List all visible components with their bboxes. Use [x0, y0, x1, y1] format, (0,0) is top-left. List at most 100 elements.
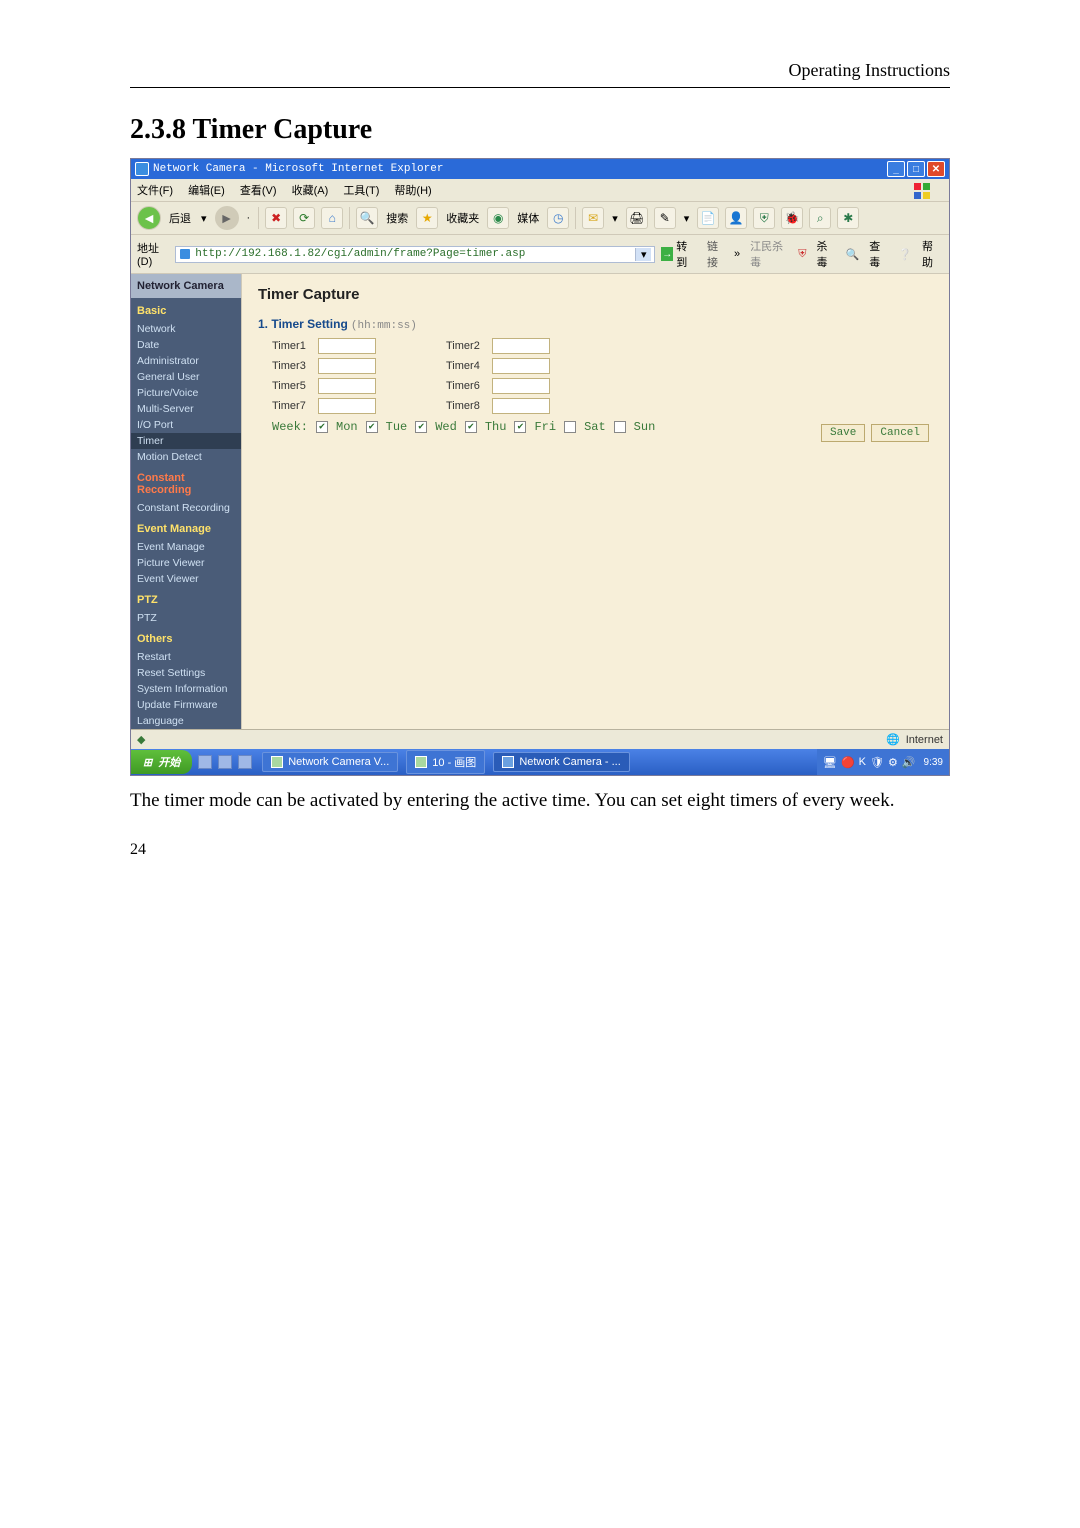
back-dropdown-icon[interactable]: ▾	[199, 212, 209, 225]
systray-icon-5[interactable]: ⚙	[888, 756, 898, 769]
close-button[interactable]: ✕	[927, 161, 945, 177]
menu-fav[interactable]: 收藏(A)	[292, 185, 329, 197]
ext-icon-1[interactable]: ⛨	[796, 248, 808, 261]
sidebar-item-timer[interactable]: Timer	[131, 433, 241, 449]
edit-icon[interactable]: ✎	[654, 207, 676, 229]
menu-tools[interactable]: 工具(T)	[343, 185, 379, 197]
mail-dropdown-icon[interactable]: ▾	[610, 212, 620, 225]
sidebar-item-language[interactable]: Language	[131, 713, 241, 729]
systray-icon-1[interactable]: 🖥	[823, 756, 837, 769]
sidebar-item-event-manage[interactable]: Event Manage	[131, 539, 241, 555]
sidebar-item-update-firmware[interactable]: Update Firmware	[131, 697, 241, 713]
sidebar-item-network[interactable]: Network	[131, 321, 241, 337]
checkbox-sat[interactable]	[564, 421, 576, 433]
maximize-button[interactable]: □	[907, 161, 925, 177]
ext-label-4[interactable]: 帮助	[920, 238, 943, 270]
checkbox-thu[interactable]: ✔	[465, 421, 477, 433]
go-label: 转到	[676, 238, 695, 270]
ext-icon-2[interactable]: 🔍	[844, 248, 862, 261]
ext-icon-3[interactable]: ❔	[896, 248, 914, 261]
quicklaunch-icon-1[interactable]	[198, 755, 212, 769]
search-icon[interactable]: 🔍	[356, 207, 378, 229]
start-button[interactable]: ⊞ 开始	[131, 750, 192, 774]
menu-edit[interactable]: 编辑(E)	[188, 185, 225, 197]
av-icon-3[interactable]: ⌕	[809, 207, 831, 229]
checkbox-tue[interactable]: ✔	[366, 421, 378, 433]
taskbar-app-3[interactable]: Network Camera - ...	[493, 752, 629, 772]
sidebar-item-date[interactable]: Date	[131, 337, 241, 353]
ext-label-3[interactable]: 查毒	[867, 238, 890, 270]
timer1-input[interactable]	[318, 338, 376, 354]
checkbox-fri[interactable]: ✔	[514, 421, 526, 433]
address-input[interactable]: http://192.168.1.82/cgi/admin/frame?Page…	[175, 246, 655, 263]
sidebar-item-picture-voice[interactable]: Picture/Voice	[131, 385, 241, 401]
sidebar-item-ptz[interactable]: PTZ	[131, 610, 241, 626]
menu-help[interactable]: 帮助(H)	[394, 185, 431, 197]
system-tray: 🖥 🔴 K 🛡 ⚙ 🔊 9:39	[817, 749, 949, 775]
quicklaunch-icon-3[interactable]	[238, 755, 252, 769]
home-button[interactable]: ⌂	[321, 207, 343, 229]
quicklaunch-icon-2[interactable]	[218, 755, 232, 769]
timer1-label: Timer1	[272, 340, 314, 352]
print-icon[interactable]: 🖨	[626, 207, 648, 229]
av-icon-1[interactable]: ⛨	[753, 207, 775, 229]
mail-icon[interactable]: ✉	[582, 207, 604, 229]
timer5-input[interactable]	[318, 378, 376, 394]
forward-button[interactable]: ►	[215, 206, 239, 230]
sidebar-item-restart[interactable]: Restart	[131, 649, 241, 665]
day-wed: Wed	[435, 420, 457, 434]
links-label[interactable]: 链接	[707, 238, 726, 270]
history-icon[interactable]: ◷	[547, 207, 569, 229]
systray-icon-3[interactable]: K	[859, 756, 866, 768]
media-icon[interactable]: ◉	[487, 207, 509, 229]
sidebar-item-multi-server[interactable]: Multi-Server	[131, 401, 241, 417]
save-button[interactable]: Save	[821, 424, 865, 442]
minimize-button[interactable]: _	[887, 161, 905, 177]
favorites-icon[interactable]: ★	[416, 207, 438, 229]
systray-icon-4[interactable]: 🛡	[870, 756, 884, 769]
av-icon-2[interactable]: 🐞	[781, 207, 803, 229]
go-button[interactable]: → 转到	[661, 238, 695, 270]
edit-dropdown-icon[interactable]: ▾	[682, 212, 692, 225]
ext-label-2[interactable]: 杀毒	[815, 238, 838, 270]
systray-icon-6[interactable]: 🔊	[902, 756, 916, 769]
taskbar-app-1[interactable]: Network Camera V...	[262, 752, 398, 772]
sidebar-item-general-user[interactable]: General User	[131, 369, 241, 385]
systray-icon-2[interactable]: 🔴	[841, 756, 855, 769]
address-dropdown-icon[interactable]: ▾	[635, 248, 651, 261]
timer8-input[interactable]	[492, 398, 550, 414]
sidebar-item-event-viewer[interactable]: Event Viewer	[131, 571, 241, 587]
sidebar-item-constant-recording[interactable]: Constant Recording	[131, 500, 241, 516]
discuss-icon[interactable]: 📄	[697, 207, 719, 229]
statusbar: ◆ 🌐 Internet	[131, 729, 949, 749]
messenger-icon[interactable]: 👤	[725, 207, 747, 229]
timer5-label: Timer5	[272, 380, 314, 392]
stop-button[interactable]: ✖	[265, 207, 287, 229]
timer7-input[interactable]	[318, 398, 376, 414]
timer2-input[interactable]	[492, 338, 550, 354]
menu-view[interactable]: 查看(V)	[240, 185, 277, 197]
sidebar-item-reset-settings[interactable]: Reset Settings	[131, 665, 241, 681]
checkbox-wed[interactable]: ✔	[415, 421, 427, 433]
cancel-button[interactable]: Cancel	[871, 424, 929, 442]
refresh-button[interactable]: ⟳	[293, 207, 315, 229]
sidebar-item-motion-detect[interactable]: Motion Detect	[131, 449, 241, 465]
sidebar-item-system-information[interactable]: System Information	[131, 681, 241, 697]
sidebar-item-io-port[interactable]: I/O Port	[131, 417, 241, 433]
ext-label-1[interactable]: 江民杀毒	[748, 238, 790, 270]
menu-file[interactable]: 文件(F)	[137, 185, 173, 197]
timer2-label: Timer2	[446, 340, 488, 352]
checkbox-sun[interactable]	[614, 421, 626, 433]
timer3-input[interactable]	[318, 358, 376, 374]
checkbox-mon[interactable]: ✔	[316, 421, 328, 433]
sidebar-item-picture-viewer[interactable]: Picture Viewer	[131, 555, 241, 571]
start-flag-icon: ⊞	[143, 756, 152, 769]
internet-zone-label: Internet	[906, 734, 943, 746]
timer6-input[interactable]	[492, 378, 550, 394]
sidebar-item-administrator[interactable]: Administrator	[131, 353, 241, 369]
back-button[interactable]: ◄	[137, 206, 161, 230]
taskbar-app-3-label: Network Camera - ...	[519, 756, 620, 768]
timer4-input[interactable]	[492, 358, 550, 374]
taskbar-app-2[interactable]: 10 - 画图	[406, 750, 485, 774]
av-icon-4[interactable]: ✱	[837, 207, 859, 229]
